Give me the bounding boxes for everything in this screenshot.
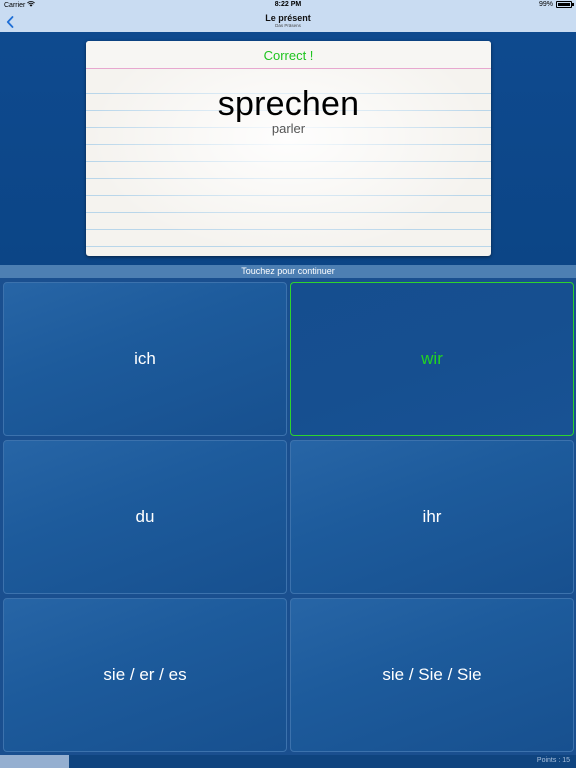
answer-label: wir: [421, 349, 443, 368]
feedback-label: Correct !: [263, 48, 314, 63]
card-margin-line: [86, 68, 491, 69]
answer-button-wir[interactable]: wir: [290, 282, 574, 436]
navigation-bar: Le présent Das Präsens: [0, 12, 576, 32]
continue-prompt[interactable]: Touchez pour continuer: [0, 265, 576, 278]
verb-label: sprechen: [217, 85, 360, 123]
answer-label: sie / Sie / Sie: [382, 665, 482, 684]
battery-percent: 99%: [538, 1, 553, 8]
answer-button-du[interactable]: du: [3, 440, 287, 594]
clock: 8:22 PM: [274, 1, 302, 8]
battery-info: 99%: [538, 1, 574, 8]
flashcard[interactable]: Correct ! sprechen parler: [86, 41, 491, 256]
progress-fill: [0, 755, 70, 768]
footer-bar: Points : 15: [0, 755, 576, 768]
answer-label: sie / er / es: [103, 665, 187, 684]
page-title: Le présent: [265, 13, 311, 23]
page-subtitle: Das Präsens: [275, 23, 301, 28]
answer-button-ihr[interactable]: ihr: [290, 440, 574, 594]
answer-label: du: [135, 507, 155, 526]
progress-track: [0, 755, 576, 768]
status-bar: Carrier 8:22 PM 99%: [0, 0, 576, 12]
battery-icon: [556, 1, 574, 8]
points-label: Points : 15: [536, 757, 570, 764]
answer-button-sie-er-es[interactable]: sie / er / es: [3, 598, 287, 752]
answer-label: ich: [134, 349, 156, 368]
battery-fill: [558, 3, 570, 6]
answer-button-sie-Sie-Sie[interactable]: sie / Sie / Sie: [290, 598, 574, 752]
answer-label: ihr: [422, 507, 442, 526]
answer-button-ich[interactable]: ich: [3, 282, 287, 436]
translation-label: parler: [271, 121, 306, 136]
